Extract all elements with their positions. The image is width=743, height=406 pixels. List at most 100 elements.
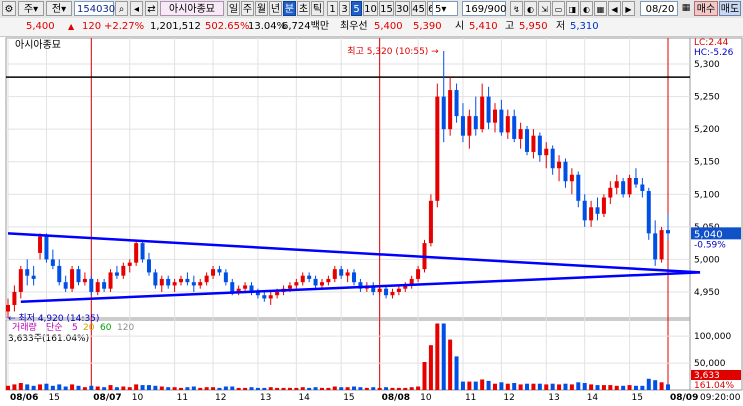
volume-bar	[499, 382, 504, 390]
volume-bar	[307, 387, 312, 390]
volume-bar	[435, 323, 440, 390]
candle-body	[44, 236, 49, 260]
candle-body	[557, 161, 562, 169]
volume-bar	[191, 386, 196, 390]
candle-body	[582, 200, 587, 221]
volume-bar	[390, 387, 395, 390]
candle-body	[294, 282, 299, 286]
candle-body	[454, 90, 459, 117]
last-volume-label: 3,633	[694, 371, 720, 381]
volume-bar	[595, 385, 600, 390]
x-tick-label: 08/09	[670, 393, 698, 403]
candle-body	[38, 236, 43, 253]
y-tick-label: 4,950	[694, 288, 720, 298]
candle-body	[319, 282, 324, 286]
volume-bar	[31, 385, 36, 390]
y-tick-label: 5,250	[694, 93, 720, 103]
volume-bar	[249, 387, 254, 390]
volume-bar	[633, 385, 638, 390]
volume-bar	[601, 385, 606, 390]
candle-body	[492, 109, 497, 123]
volume-bar	[102, 387, 107, 390]
candle-body	[589, 207, 594, 221]
volume-bar	[422, 362, 427, 390]
volume-bar	[114, 387, 119, 390]
candle-body	[518, 129, 523, 139]
candle-body	[198, 282, 203, 286]
candle-body	[505, 116, 510, 133]
volume-bar	[38, 384, 43, 390]
chart-title: 아시아종묘	[15, 39, 61, 51]
candle-body	[76, 269, 81, 283]
volume-bar	[166, 387, 171, 390]
x-tick-label: 14	[587, 393, 599, 403]
time-label: 09:20:00	[700, 393, 741, 403]
candle-body	[339, 269, 344, 276]
volume-bar	[384, 387, 389, 390]
volume-bar	[505, 383, 510, 390]
volume-bar	[486, 380, 491, 390]
candle-body	[486, 96, 491, 123]
candle-body	[621, 181, 626, 195]
candle-body	[307, 275, 312, 279]
candle-body	[95, 282, 100, 292]
candle-body	[614, 181, 619, 188]
y-tick-label: 5,150	[694, 158, 720, 168]
candle-body	[480, 96, 485, 130]
volume-bar	[76, 385, 81, 390]
candle-body	[108, 272, 113, 289]
volume-bar	[153, 385, 158, 390]
volume-bar	[396, 387, 401, 390]
candle-body	[25, 269, 30, 276]
candle-body	[537, 135, 542, 156]
volume-bar	[646, 378, 651, 390]
volume-bar	[653, 380, 658, 390]
x-tick-label: 12	[503, 393, 514, 403]
candlestick-chart[interactable]: 5,3005,2505,2005,1505,1005,0505,0004,950…	[0, 0, 743, 406]
candle-body	[601, 197, 606, 214]
volume-bar	[287, 387, 292, 390]
candle-body	[608, 187, 613, 198]
x-tick-label: 12	[215, 393, 226, 403]
volume-bar	[12, 384, 17, 390]
volume-tick-label: 100,000	[694, 332, 731, 342]
volume-bar	[640, 385, 645, 390]
volume-bar	[512, 383, 517, 390]
candle-body	[223, 272, 228, 283]
volume-bar	[281, 387, 286, 390]
volume-bar	[467, 381, 472, 390]
volume-bar	[18, 383, 23, 390]
candle-body	[50, 259, 55, 266]
volume-bar	[134, 384, 139, 390]
volume-ma-period: 120	[117, 323, 134, 333]
candle-body	[204, 275, 209, 283]
candle-body	[435, 96, 440, 201]
volume-bar	[377, 387, 382, 390]
candle-body	[179, 278, 184, 283]
candle-body	[127, 262, 132, 266]
candle-body	[6, 304, 10, 312]
high-annotation: 최고 5,320 (10:55) →	[347, 46, 439, 57]
y-tick-label: 5,100	[694, 190, 720, 200]
candle-body	[512, 116, 517, 139]
candle-body	[262, 295, 267, 299]
candle-body	[211, 269, 216, 276]
volume-bar	[608, 385, 613, 390]
candle-body	[89, 278, 94, 292]
y-tick-label: 5,200	[694, 125, 720, 135]
volume-bar	[63, 386, 68, 390]
candle-body	[531, 135, 536, 152]
volume-bar	[140, 385, 145, 390]
volume-bar	[428, 345, 433, 390]
x-tick-label: 11	[465, 393, 476, 403]
candle-body	[82, 278, 87, 283]
candle-body	[313, 278, 318, 286]
volume-bar	[127, 387, 132, 390]
candle-body	[525, 129, 530, 152]
last-price-label: 5,040	[694, 229, 723, 240]
volume-bar	[621, 385, 626, 390]
volume-bar	[589, 384, 594, 390]
x-tick-label: 08/07	[93, 393, 121, 403]
volume-bar	[409, 387, 414, 390]
volume-bar	[550, 383, 555, 390]
